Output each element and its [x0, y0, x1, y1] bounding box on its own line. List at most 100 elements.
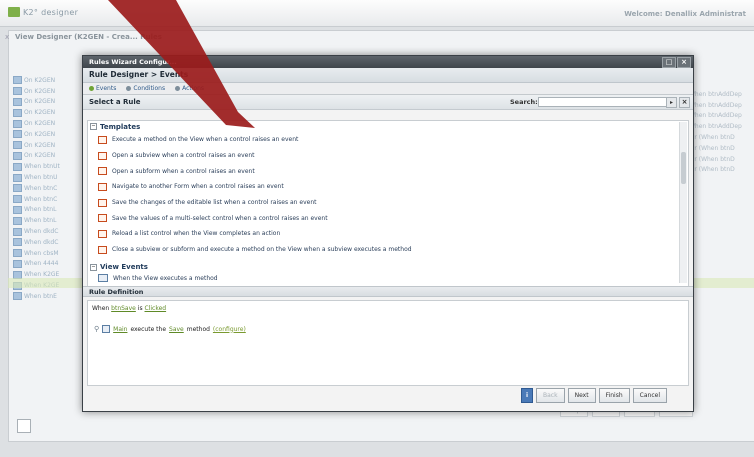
- next-button[interactable]: Next: [567, 388, 596, 403]
- method-link[interactable]: Save: [169, 326, 184, 333]
- welcome-text: Welcome: Denallix Administrat: [624, 10, 746, 18]
- list-item[interactable]: When dkdC: [13, 237, 83, 248]
- list-item[interactable]: ler (When btnD: [689, 143, 754, 154]
- configure-link[interactable]: (configure): [213, 326, 246, 333]
- rule-definition-when: When btnSave is Clicked: [92, 305, 166, 312]
- list-item[interactable]: When btnAddDep: [689, 111, 754, 122]
- actions-icon: [175, 86, 181, 91]
- list-item[interactable]: On K2GEN: [13, 140, 83, 151]
- clear-search-icon[interactable]: ×: [679, 97, 690, 108]
- list-item[interactable]: On K2GEN: [13, 129, 83, 140]
- list-item-label: When cbsM: [24, 249, 59, 257]
- info-button[interactable]: i: [521, 388, 533, 403]
- page-icon[interactable]: [17, 419, 31, 433]
- template-icon: [98, 198, 107, 207]
- logo: K2° designer: [8, 7, 78, 17]
- rule-icon: [13, 292, 22, 301]
- collapse-icon[interactable]: −: [90, 263, 97, 271]
- list-item[interactable]: When btnUt: [13, 161, 83, 172]
- finish-button[interactable]: Finish: [598, 388, 630, 403]
- rule-item-label: Save the values of a multi-select contro…: [112, 214, 328, 222]
- template-icon: [98, 151, 107, 160]
- rule-item[interactable]: Execute a method on the View when a cont…: [88, 132, 688, 148]
- rule-item[interactable]: Save the values of a multi-select contro…: [88, 210, 688, 226]
- list-item[interactable]: When btnE: [13, 291, 83, 302]
- close-icon[interactable]: ×: [677, 57, 691, 68]
- list-item[interactable]: ler (When btnD: [689, 132, 754, 143]
- list-item-label: When dkdC: [24, 228, 59, 236]
- list-item[interactable]: On K2GEN: [13, 118, 83, 129]
- tab-conditions[interactable]: Conditions: [126, 85, 165, 92]
- collapse-icon[interactable]: −: [90, 123, 97, 130]
- toggle-icon[interactable]: ⚲: [94, 325, 99, 333]
- list-item[interactable]: When cbsM: [13, 248, 83, 259]
- maximize-icon[interactable]: □: [662, 57, 676, 68]
- rule-icon: [13, 184, 22, 193]
- cancel-button[interactable]: Cancel: [632, 388, 667, 403]
- app-header: K2° designer Welcome: Denallix Administr…: [0, 0, 754, 27]
- rule-icon: [13, 162, 22, 171]
- search-go-icon[interactable]: ▸: [666, 97, 677, 108]
- list-item[interactable]: When btnC: [13, 194, 83, 205]
- list-item[interactable]: When btnC: [13, 183, 83, 194]
- list-item-label: ler (When btnD: [689, 144, 735, 152]
- dialog-title-text: Rules Wizard Configur...: [89, 58, 177, 66]
- template-icon: [98, 245, 107, 254]
- rule-icon: [13, 87, 22, 96]
- list-item[interactable]: On K2GEN: [13, 75, 83, 86]
- rule-group-label: Templates: [100, 122, 141, 131]
- event-link[interactable]: Clicked: [145, 305, 167, 312]
- target-link[interactable]: Main: [113, 326, 127, 333]
- rule-item[interactable]: Navigate to another Form when a control …: [88, 179, 688, 195]
- list-item[interactable]: When 4444: [13, 259, 83, 270]
- list-item[interactable]: ler (When btnD: [689, 165, 754, 176]
- back-button[interactable]: Back: [536, 388, 565, 403]
- rules-scrollbar[interactable]: [679, 122, 687, 283]
- list-item[interactable]: ler (When btnD: [689, 154, 754, 165]
- rule-icon: [13, 259, 22, 268]
- list-item[interactable]: When btnAddDep: [689, 89, 754, 100]
- list-item-label: On K2GEN: [24, 120, 56, 128]
- list-item[interactable]: On K2GEN: [13, 107, 83, 118]
- is-label: is: [137, 305, 143, 312]
- exec-text: execute the: [130, 325, 167, 333]
- rule-icon: [13, 108, 22, 117]
- search-input[interactable]: [538, 97, 677, 107]
- rule-item-label: Execute a method on the View when a cont…: [112, 136, 299, 144]
- rule-item[interactable]: Close a subview or subform and execute a…: [88, 242, 688, 258]
- list-item[interactable]: When btnAddDep: [689, 100, 754, 111]
- background-rule-list: On K2GEN On K2GEN On K2GEN On K2GEN On K2GEN…: [13, 75, 83, 302]
- logo-icon: [8, 7, 20, 17]
- select-rule-label: Select a Rule: [89, 98, 141, 106]
- rule-item[interactable]: Reload a list control when the View comp…: [88, 226, 688, 242]
- list-item-label: When btnL: [24, 206, 57, 214]
- rule-item[interactable]: Open a subview when a control raises an …: [88, 148, 688, 164]
- wizard-tabs: Events Conditions Actions: [83, 83, 693, 95]
- list-item[interactable]: When btnU: [13, 172, 83, 183]
- list-item[interactable]: When dkdC: [13, 226, 83, 237]
- list-item[interactable]: On K2GEN: [13, 97, 83, 108]
- list-item[interactable]: When btnAddDep: [689, 121, 754, 132]
- control-link[interactable]: btnSave: [111, 305, 136, 312]
- rule-item[interactable]: When the View executes a method: [88, 273, 688, 284]
- list-item-label: ler (When btnD: [689, 134, 735, 142]
- rule-item-label: Save the changes of the editable list wh…: [112, 199, 317, 207]
- close-icon[interactable]: x: [5, 33, 9, 41]
- rule-icon: [13, 173, 22, 182]
- rules-list: − Templates Execute a method on the View w…: [87, 120, 689, 287]
- list-item[interactable]: When btnL: [13, 215, 83, 226]
- rule-group-header[interactable]: − View Events: [88, 262, 688, 273]
- list-item[interactable]: On K2GEN: [13, 151, 83, 162]
- list-item-label: When btnC: [24, 184, 58, 192]
- list-item[interactable]: When btnL: [13, 205, 83, 216]
- rule-item[interactable]: Save the changes of the editable list wh…: [88, 195, 688, 211]
- rule-group-header[interactable]: − Templates: [88, 121, 688, 132]
- list-item[interactable]: On K2GEN: [13, 86, 83, 97]
- list-item-label: When btnAddDep: [689, 123, 742, 131]
- template-icon: [98, 229, 107, 238]
- tab-events[interactable]: Events: [89, 85, 116, 92]
- rule-item[interactable]: Open a subform when a control raises an …: [88, 163, 688, 179]
- tab-actions[interactable]: Actions: [175, 85, 204, 92]
- rule-definition-header: Rule Definition: [83, 286, 693, 297]
- rule-icon: [13, 195, 22, 204]
